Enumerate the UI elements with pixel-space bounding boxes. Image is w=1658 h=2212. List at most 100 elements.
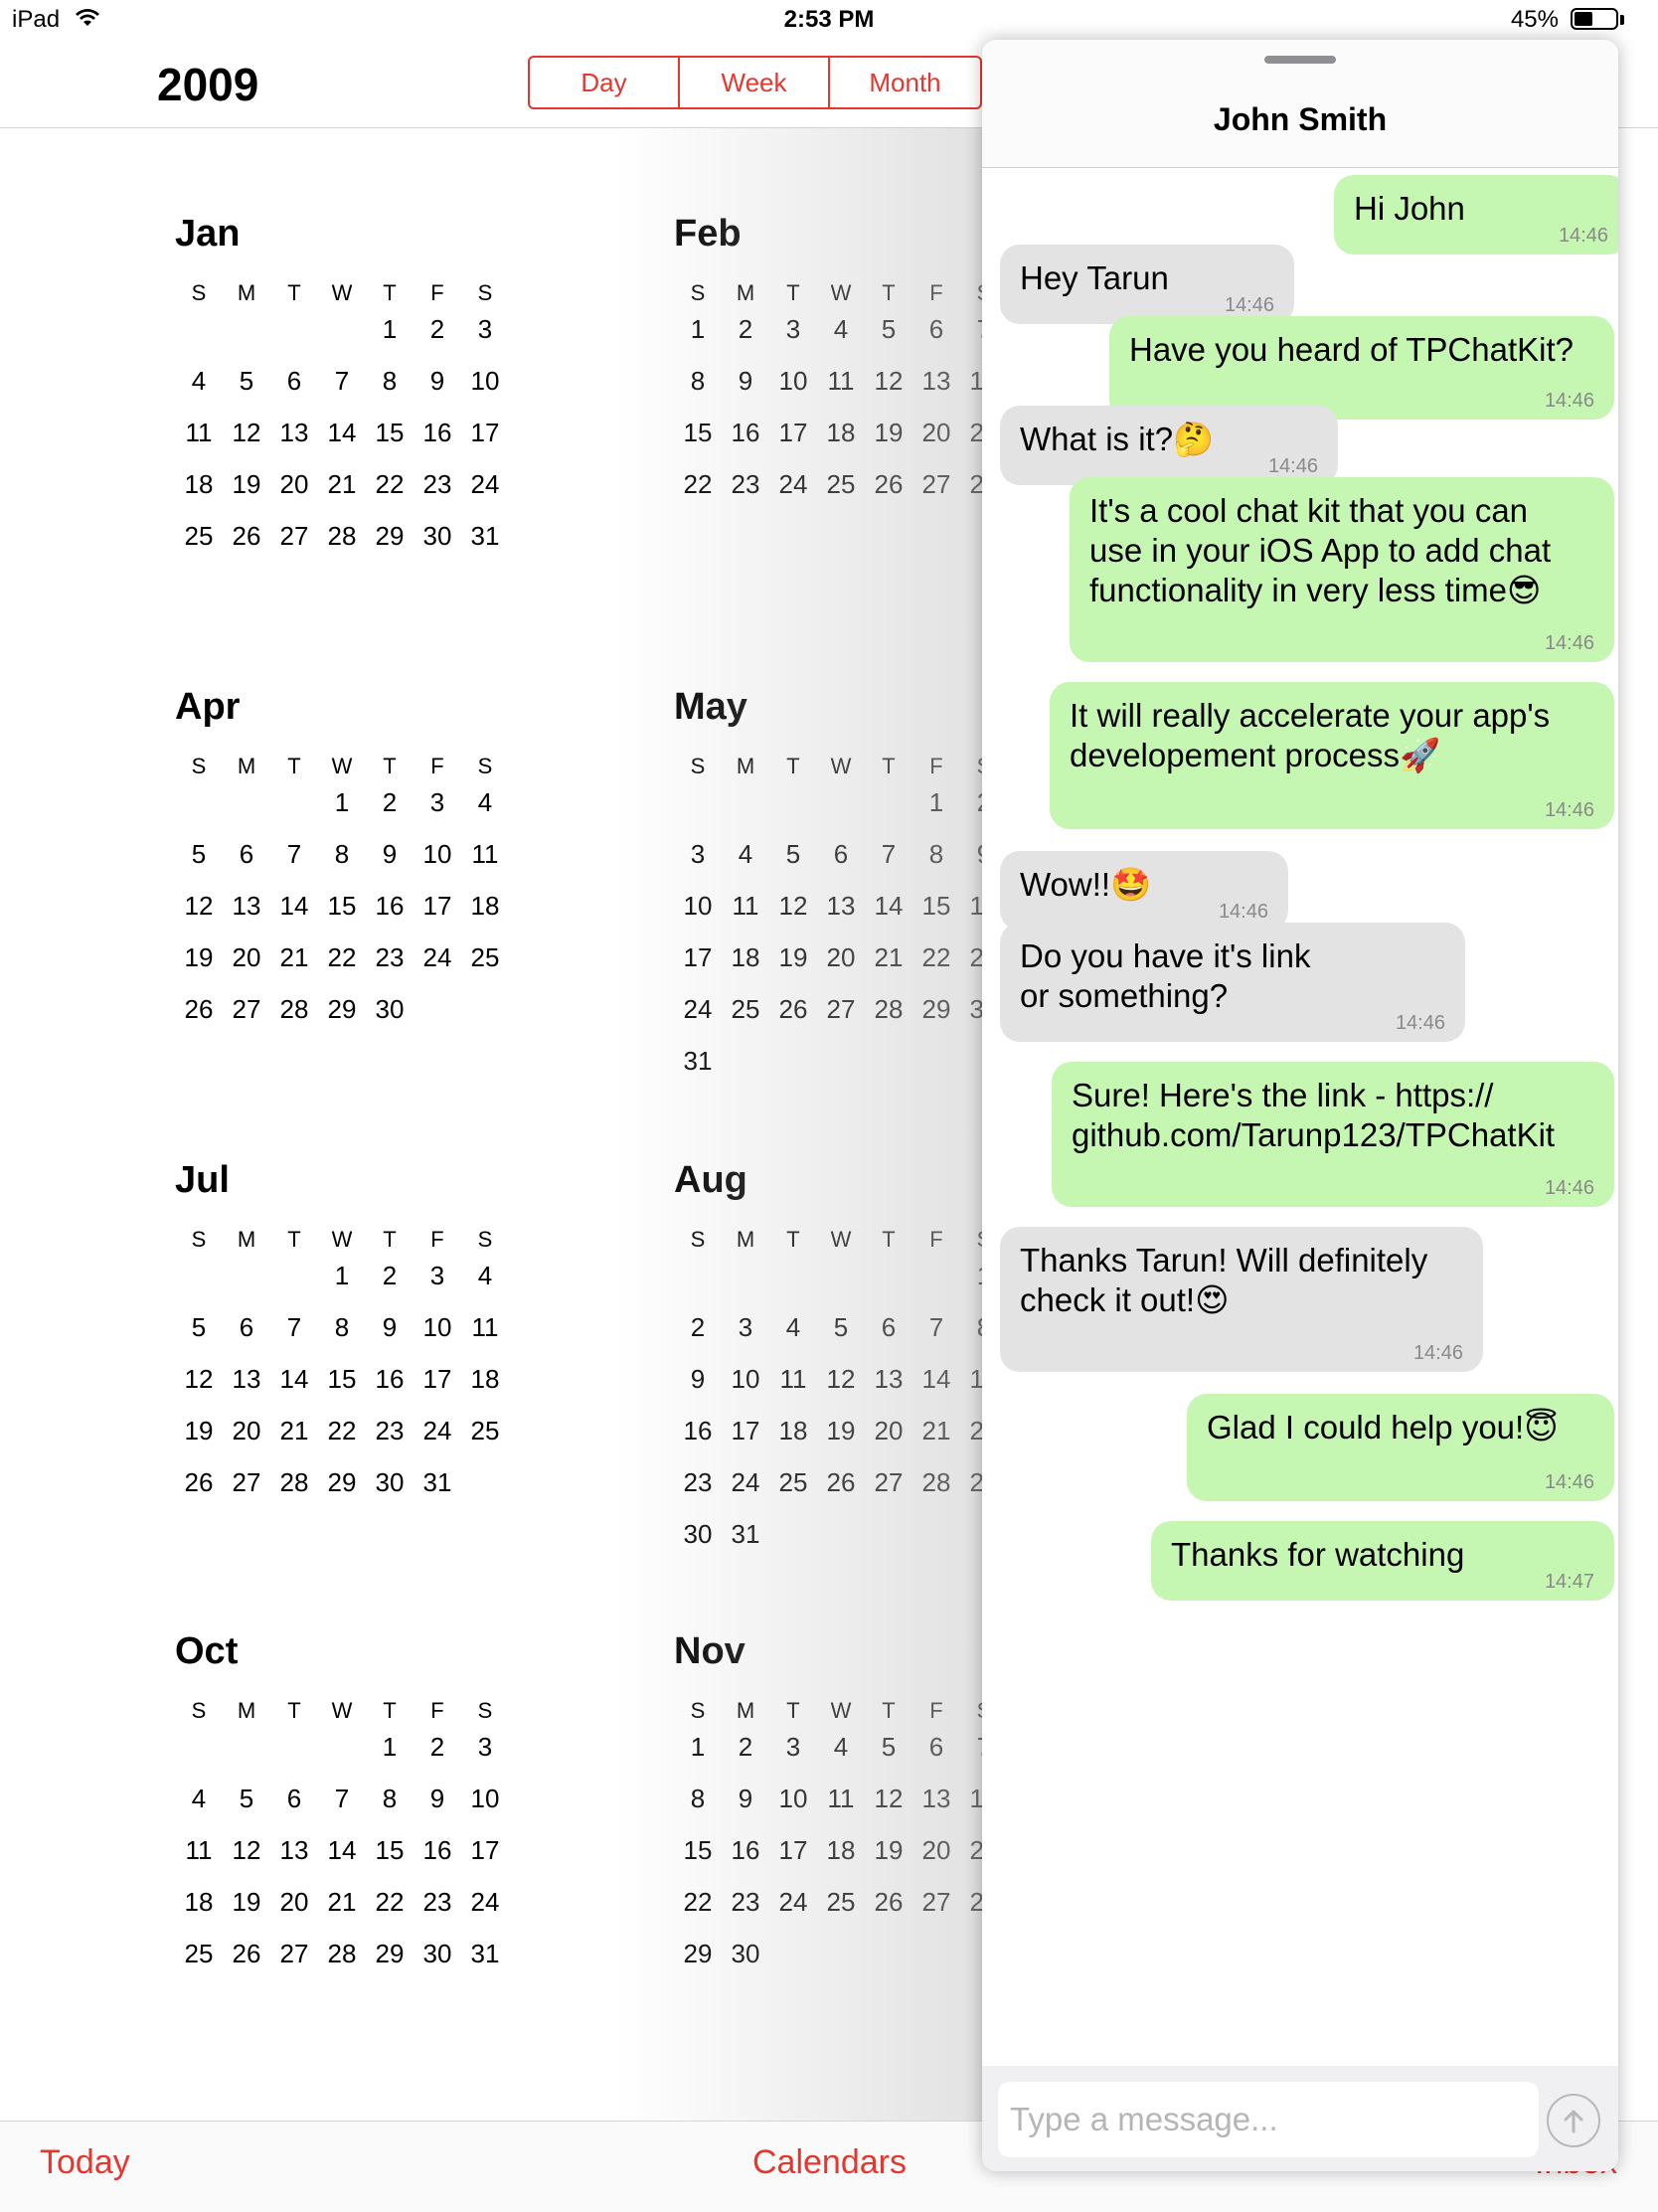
day-cell[interactable]: 23 xyxy=(366,1416,414,1467)
day-cell[interactable]: 16 xyxy=(366,1364,414,1416)
day-cell[interactable]: 3 xyxy=(461,1732,509,1784)
day-cell[interactable]: 5 xyxy=(817,1312,865,1364)
day-cell[interactable]: 4 xyxy=(175,366,223,418)
day-cell[interactable]: 22 xyxy=(318,942,366,994)
day-cell[interactable]: 26 xyxy=(865,469,912,521)
day-cell[interactable]: 6 xyxy=(817,839,865,891)
day-cell[interactable]: 2 xyxy=(722,1732,769,1784)
incoming-message-bubble[interactable]: Wow!!🤩 14:46 xyxy=(1000,851,1288,931)
day-cell[interactable]: 12 xyxy=(175,891,223,942)
day-cell[interactable]: 14 xyxy=(270,1364,318,1416)
day-cell[interactable]: 6 xyxy=(912,314,960,366)
day-cell[interactable]: 28 xyxy=(865,994,912,1046)
day-cell[interactable]: 11 xyxy=(461,839,509,891)
day-cell[interactable]: 16 xyxy=(366,891,414,942)
day-cell[interactable]: 26 xyxy=(865,1887,912,1939)
day-cell[interactable]: 27 xyxy=(223,1467,270,1519)
day-cell[interactable]: 30 xyxy=(366,1467,414,1519)
day-cell[interactable]: 7 xyxy=(318,366,366,418)
day-cell[interactable]: 8 xyxy=(318,839,366,891)
day-cell[interactable]: 31 xyxy=(461,521,509,573)
day-cell[interactable]: 21 xyxy=(318,1887,366,1939)
day-cell[interactable]: 9 xyxy=(414,1784,461,1835)
month-7[interactable]: NovSMTWTFS123456789101112131415161718192… xyxy=(674,1630,1032,1968)
day-cell[interactable]: 28 xyxy=(270,1467,318,1519)
day-cell[interactable]: 15 xyxy=(366,1835,414,1887)
day-cell[interactable]: 12 xyxy=(769,891,817,942)
day-cell[interactable]: 14 xyxy=(912,1364,960,1416)
day-cell[interactable]: 5 xyxy=(769,839,817,891)
incoming-message-bubble[interactable]: Hey Tarun 14:46 xyxy=(1000,245,1294,324)
day-cell[interactable]: 13 xyxy=(865,1364,912,1416)
day-cell[interactable]: 19 xyxy=(223,1887,270,1939)
day-cell[interactable]: 6 xyxy=(270,366,318,418)
outgoing-message-bubble[interactable]: It will really accelerate your app's dev… xyxy=(1050,682,1614,829)
day-cell[interactable]: 18 xyxy=(461,891,509,942)
day-cell[interactable]: 4 xyxy=(817,314,865,366)
day-cell[interactable]: 14 xyxy=(270,891,318,942)
day-cell[interactable]: 18 xyxy=(722,942,769,994)
day-cell[interactable]: 10 xyxy=(414,839,461,891)
day-cell[interactable]: 8 xyxy=(366,1784,414,1835)
day-cell[interactable]: 15 xyxy=(366,418,414,469)
day-cell[interactable]: 20 xyxy=(912,418,960,469)
day-cell[interactable]: 31 xyxy=(414,1467,461,1519)
day-cell[interactable]: 20 xyxy=(912,1835,960,1887)
day-cell[interactable]: 22 xyxy=(912,942,960,994)
day-cell[interactable]: 7 xyxy=(912,1312,960,1364)
day-cell[interactable]: 29 xyxy=(674,1939,722,1990)
day-cell[interactable]: 12 xyxy=(865,1784,912,1835)
day-cell[interactable]: 13 xyxy=(223,891,270,942)
day-cell[interactable]: 13 xyxy=(912,1784,960,1835)
day-cell[interactable]: 4 xyxy=(461,1261,509,1312)
day-cell[interactable]: 8 xyxy=(674,366,722,418)
month-2[interactable]: Apr S M T W T F S 1 2 3 4 5 6 7 8 9 10 11 12 13 14 15 16 17 18 19 2… xyxy=(175,686,533,1024)
day-cell[interactable]: 1 xyxy=(674,314,722,366)
day-cell[interactable]: 12 xyxy=(817,1364,865,1416)
day-cell[interactable]: 24 xyxy=(461,469,509,521)
day-cell[interactable]: 16 xyxy=(722,418,769,469)
day-cell[interactable]: 11 xyxy=(175,418,223,469)
day-cell[interactable]: 21 xyxy=(270,942,318,994)
month-0[interactable]: Jan S M T W T F S 1 2 3 4 5 6 7 8 9 10 11 12 13 14 15 16 17 18 19 2… xyxy=(175,213,533,551)
day-cell[interactable]: 26 xyxy=(175,1467,223,1519)
day-cell[interactable]: 26 xyxy=(175,994,223,1046)
day-cell[interactable]: 9 xyxy=(366,1312,414,1364)
day-cell[interactable]: 2 xyxy=(414,314,461,366)
drag-handle[interactable] xyxy=(1264,56,1336,64)
message-input[interactable] xyxy=(998,2082,1539,2157)
day-cell[interactable]: 31 xyxy=(461,1939,509,1990)
day-cell[interactable]: 26 xyxy=(769,994,817,1046)
day-cell[interactable]: 3 xyxy=(722,1312,769,1364)
day-cell[interactable]: 15 xyxy=(318,1364,366,1416)
day-cell[interactable]: 7 xyxy=(270,1312,318,1364)
day-cell[interactable]: 27 xyxy=(865,1467,912,1519)
day-cell[interactable]: 8 xyxy=(674,1784,722,1835)
today-button[interactable]: Today xyxy=(40,2143,130,2182)
day-cell[interactable]: 18 xyxy=(175,1887,223,1939)
day-cell[interactable]: 2 xyxy=(414,1732,461,1784)
day-cell[interactable]: 10 xyxy=(769,1784,817,1835)
day-cell[interactable]: 3 xyxy=(461,314,509,366)
day-cell[interactable]: 17 xyxy=(414,1364,461,1416)
day-cell[interactable]: 20 xyxy=(270,469,318,521)
day-cell[interactable]: 19 xyxy=(223,469,270,521)
day-cell[interactable]: 15 xyxy=(912,891,960,942)
day-cell[interactable]: 27 xyxy=(817,994,865,1046)
day-cell[interactable]: 4 xyxy=(817,1732,865,1784)
day-cell[interactable]: 23 xyxy=(674,1467,722,1519)
day-cell[interactable]: 7 xyxy=(318,1784,366,1835)
day-cell[interactable]: 10 xyxy=(674,891,722,942)
day-cell[interactable]: 4 xyxy=(769,1312,817,1364)
day-cell[interactable]: 11 xyxy=(175,1835,223,1887)
outgoing-message-bubble[interactable]: Hi John 14:46 xyxy=(1334,175,1618,255)
day-cell[interactable]: 31 xyxy=(674,1046,722,1098)
day-cell[interactable]: 29 xyxy=(912,994,960,1046)
day-cell[interactable]: 6 xyxy=(223,839,270,891)
day-cell[interactable]: 30 xyxy=(366,994,414,1046)
day-cell[interactable]: 1 xyxy=(318,1261,366,1312)
day-cell[interactable]: 5 xyxy=(175,1312,223,1364)
day-cell[interactable]: 13 xyxy=(223,1364,270,1416)
day-cell[interactable]: 27 xyxy=(270,521,318,573)
day-cell[interactable]: 25 xyxy=(817,1887,865,1939)
